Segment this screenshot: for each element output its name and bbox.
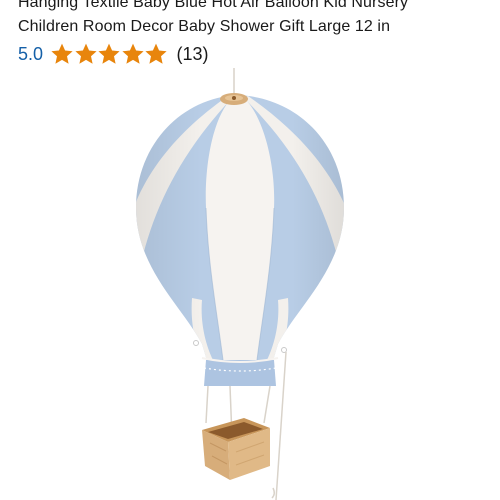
star-icon <box>51 43 73 64</box>
star-rating[interactable] <box>50 42 168 66</box>
wooden-basket <box>202 418 270 480</box>
star-icon <box>145 43 167 64</box>
product-image[interactable] <box>110 68 370 500</box>
rating-value[interactable]: 5.0 <box>18 44 43 65</box>
rating-row[interactable]: 5.0 (13) <box>18 41 209 67</box>
star-icon <box>74 43 97 64</box>
star-icon <box>121 43 144 64</box>
product-title: Hanging Textile Baby Blue Hot Air Balloo… <box>18 0 488 39</box>
product-title-line-2: Children Room Decor Baby Shower Gift Lar… <box>18 18 391 35</box>
review-count[interactable]: (13) <box>177 44 209 65</box>
star-icon <box>98 43 120 64</box>
product-title-line-1: Hanging Textile Baby Blue Hot Air Balloo… <box>18 0 409 11</box>
balloon-envelope <box>136 95 344 364</box>
